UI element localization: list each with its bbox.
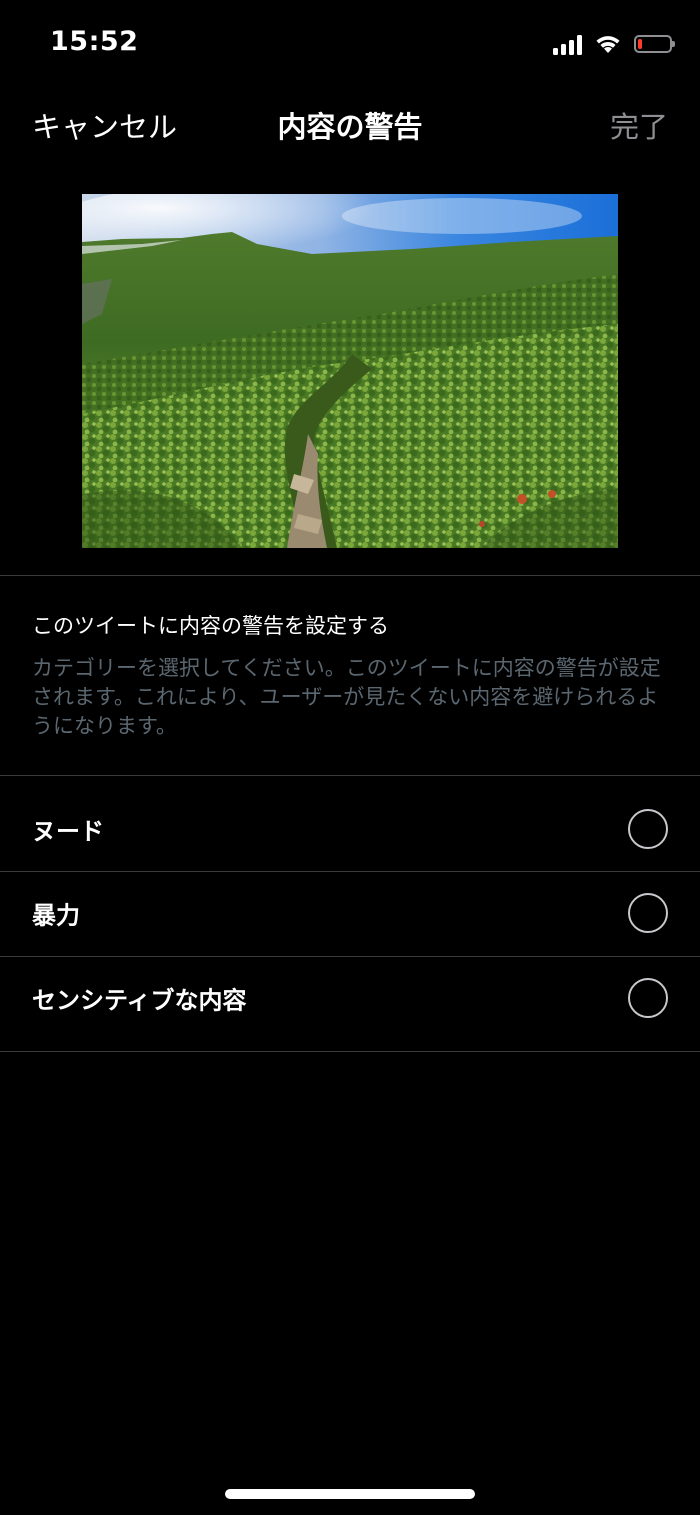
option-label: センシティブな内容 xyxy=(32,986,247,1015)
status-icons xyxy=(553,30,675,58)
home-indicator xyxy=(225,1489,475,1499)
radio-button[interactable] xyxy=(628,893,668,933)
nav-bar: キャンセル 内容の警告 完了 xyxy=(0,88,700,160)
battery-low-icon xyxy=(634,35,675,53)
mountain-meadow-trail-photo xyxy=(82,194,618,548)
status-time: 15:52 xyxy=(50,26,139,57)
media-preview-image xyxy=(82,194,618,548)
radio-button[interactable] xyxy=(628,978,668,1018)
section-description: カテゴリーを選択してください。このツイートに内容の警告が設定されます。これにより… xyxy=(32,656,661,738)
status-bar: 15:52 xyxy=(0,0,700,88)
divider xyxy=(0,775,700,776)
section-title: このツイートに内容の警告を設定する xyxy=(32,614,389,638)
wifi-icon xyxy=(596,36,620,53)
option-nudity[interactable]: ヌード xyxy=(0,787,700,871)
divider xyxy=(0,1051,700,1052)
page-title: 内容の警告 xyxy=(277,110,423,144)
option-label: ヌード xyxy=(32,817,104,846)
option-label: 暴力 xyxy=(32,901,80,930)
option-sensitive[interactable]: センシティブな内容 xyxy=(0,956,700,1040)
radio-button[interactable] xyxy=(628,809,668,849)
cellular-signal-icon xyxy=(553,33,582,55)
option-violence[interactable]: 暴力 xyxy=(0,871,700,955)
divider xyxy=(0,575,700,576)
done-button[interactable]: 完了 xyxy=(610,104,668,146)
